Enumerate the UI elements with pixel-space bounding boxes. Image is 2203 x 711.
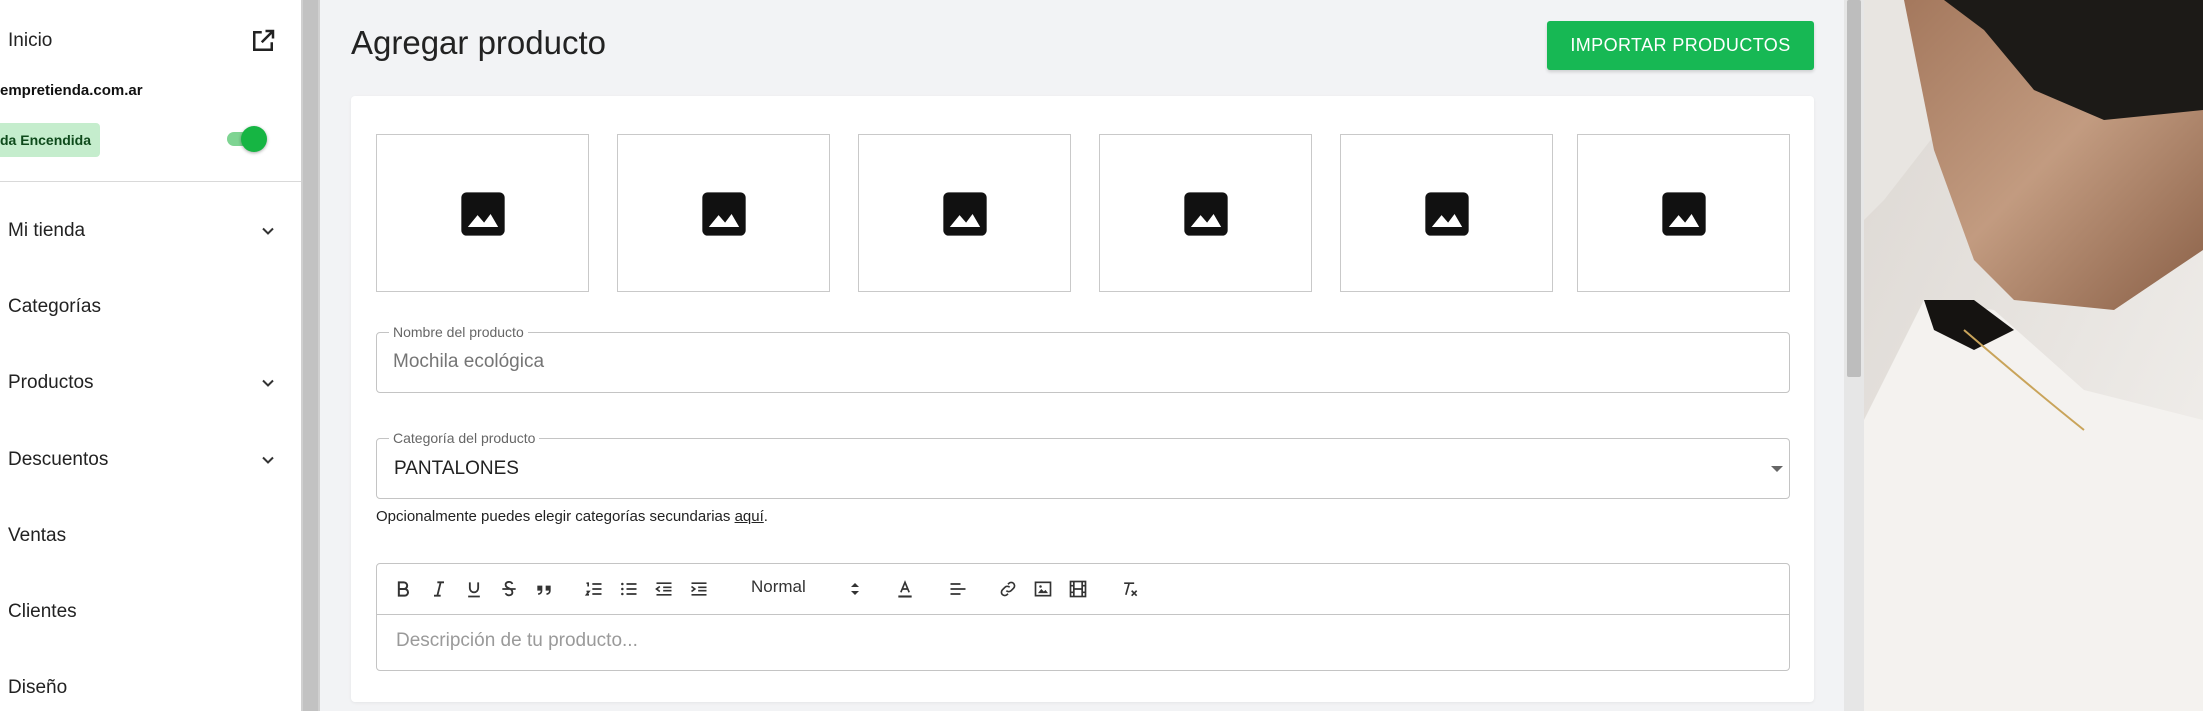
secondary-categories-link[interactable]: aquí: [735, 508, 764, 525]
sidebar-item-mi-tienda[interactable]: Mi tienda: [8, 211, 278, 251]
helper-text: Opcionalmente puedes elegir categorías s…: [376, 508, 735, 525]
product-name-field[interactable]: Nombre del producto: [376, 324, 1790, 393]
product-name-label: Nombre del producto: [389, 324, 528, 340]
sidebar-item-productos[interactable]: Productos: [8, 363, 278, 403]
updown-arrows-icon: [851, 583, 859, 595]
image-upload-slot-1[interactable]: [376, 134, 589, 292]
webcam-overlay: [1864, 0, 2203, 711]
description-editor: Normal Descripción de tu producto...: [376, 563, 1790, 671]
blockquote-icon[interactable]: [532, 577, 556, 601]
sidebar-item-label: Clientes: [8, 601, 77, 622]
store-toggle[interactable]: [225, 124, 271, 154]
bold-icon[interactable]: [391, 577, 415, 601]
outdent-icon[interactable]: [652, 577, 676, 601]
underline-icon[interactable]: [462, 577, 486, 601]
helper-text-end: .: [763, 508, 768, 525]
strikethrough-icon[interactable]: [497, 577, 521, 601]
sidebar-item-categorias[interactable]: Categorías: [8, 287, 278, 327]
sidebar-item-label: Categorías: [8, 296, 101, 317]
product-category-select[interactable]: Categoría del producto PANTALONES: [376, 430, 1790, 499]
store-domain: empretienda.com.ar: [0, 82, 143, 99]
main-scrollbar-thumb[interactable]: [1847, 0, 1861, 377]
image-upload-slot-3[interactable]: [858, 134, 1071, 292]
bullet-list-icon[interactable]: [617, 577, 641, 601]
store-status-badge: da Encendida: [0, 123, 100, 157]
main-scrollbar[interactable]: [1844, 0, 1864, 711]
sidebar-item-label: Diseño: [8, 677, 68, 698]
sidebar-scrollbar[interactable]: [301, 0, 320, 711]
clear-format-icon[interactable]: [1118, 577, 1142, 601]
editor-toolbar: Normal: [377, 564, 1789, 615]
image-upload-slot-6[interactable]: [1577, 134, 1790, 292]
sidebar-item-descuentos[interactable]: Descuentos: [8, 440, 278, 480]
image-upload-slot-4[interactable]: [1099, 134, 1312, 292]
main-content: Agregar producto IMPORTAR PRODUCTOS Nomb…: [320, 0, 1844, 711]
image-icon: [702, 192, 746, 236]
text-format-value: Normal: [751, 577, 806, 596]
product-category-label: Categoría del producto: [389, 430, 540, 446]
chevron-down-icon: [262, 227, 274, 235]
text-color-icon[interactable]: [893, 577, 917, 601]
sidebar-item-ventas[interactable]: Ventas: [8, 516, 278, 556]
align-icon[interactable]: [946, 577, 970, 601]
sidebar-item-label: Ventas: [8, 525, 67, 546]
sidebar-item-label: Descuentos: [8, 449, 109, 470]
webcam-person-image: [1864, 0, 2203, 711]
text-format-select[interactable]: Normal: [751, 577, 861, 601]
chevron-down-icon: [262, 456, 274, 464]
image-icon: [1425, 192, 1469, 236]
external-link-icon[interactable]: [248, 26, 278, 56]
dropdown-arrow-icon: [1771, 466, 1783, 472]
image-icon: [943, 192, 987, 236]
product-name-input[interactable]: [393, 351, 1753, 373]
import-products-button[interactable]: IMPORTAR PRODUCTOS: [1547, 21, 1814, 70]
sidebar: Inicio empretienda.com.ar da Encendida M…: [0, 0, 301, 711]
sidebar-home-link[interactable]: Inicio: [8, 30, 52, 52]
ordered-list-icon[interactable]: [582, 577, 606, 601]
sidebar-item-clientes[interactable]: Clientes: [8, 592, 278, 632]
image-icon: [1184, 192, 1228, 236]
indent-icon[interactable]: [687, 577, 711, 601]
sidebar-divider: [0, 181, 301, 182]
image-icon: [1662, 192, 1706, 236]
product-form-card: Nombre del producto Categoría del produc…: [351, 96, 1814, 702]
product-category-value: PANTALONES: [394, 458, 519, 479]
sidebar-scrollbar-thumb[interactable]: [303, 0, 318, 711]
insert-video-icon[interactable]: [1066, 577, 1090, 601]
secondary-categories-helper: Opcionalmente puedes elegir categorías s…: [376, 508, 768, 525]
sidebar-item-label: Mi tienda: [8, 220, 86, 241]
sidebar-item-label: Productos: [8, 372, 94, 393]
insert-image-icon[interactable]: [1031, 577, 1055, 601]
italic-icon[interactable]: [427, 577, 451, 601]
description-placeholder[interactable]: Descripción de tu producto...: [396, 630, 638, 652]
chevron-down-icon: [262, 379, 274, 387]
sidebar-item-diseno[interactable]: Diseño: [8, 668, 278, 708]
toggle-thumb: [241, 126, 267, 152]
image-upload-slot-2[interactable]: [617, 134, 830, 292]
link-icon[interactable]: [996, 577, 1020, 601]
page-title: Agregar producto: [351, 24, 606, 61]
image-upload-slot-5[interactable]: [1340, 134, 1553, 292]
image-icon: [461, 192, 505, 236]
